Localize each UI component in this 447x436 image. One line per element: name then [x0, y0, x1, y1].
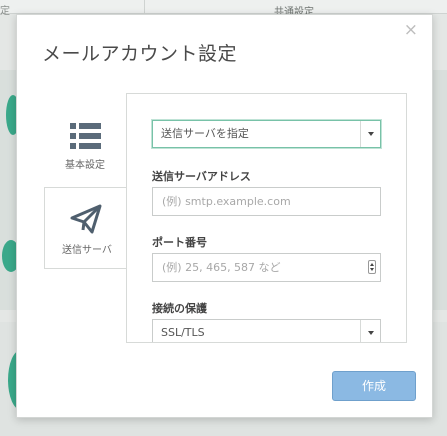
background-header: 定 共通設定 [0, 0, 447, 18]
paper-plane-icon [70, 204, 102, 234]
tab-basic-settings[interactable]: 基本設定 [44, 119, 126, 187]
port-label: ポート番号 [152, 236, 207, 249]
tab-outgoing-server-label: 送信サーバ [62, 245, 112, 256]
server-address-label: 送信サーバアドレス [152, 170, 251, 183]
server-address-input[interactable] [152, 187, 381, 216]
chevron-down-icon [360, 320, 380, 342]
server-mode-selected-value: 送信サーバを指定 [161, 127, 249, 140]
mail-account-settings-dialog: メールアカウント設定 × 基本設定 送信サーバ 送信サーバを指定 送信サーバアド… [16, 14, 433, 418]
tab-outgoing-server[interactable]: 送信サーバ [44, 187, 126, 269]
port-stepper[interactable] [368, 260, 376, 274]
connection-security-select[interactable]: SSL/TLS [152, 319, 381, 342]
connection-security-label: 接続の保護 [152, 302, 207, 315]
background-divider [144, 0, 145, 14]
connection-security-selected-value: SSL/TLS [161, 326, 205, 339]
list-icon [70, 123, 101, 149]
dialog-title: メールアカウント設定 [42, 43, 238, 65]
close-button[interactable]: × [404, 21, 418, 39]
chevron-down-icon [360, 121, 380, 147]
create-button[interactable]: 作成 [332, 371, 416, 401]
background-left-text: 定 [0, 6, 10, 17]
server-mode-select[interactable]: 送信サーバを指定 [152, 120, 381, 148]
port-input[interactable] [152, 253, 381, 282]
tab-basic-settings-label: 基本設定 [65, 160, 105, 171]
port-field [152, 253, 381, 282]
settings-panel: 送信サーバを指定 送信サーバアドレス ポート番号 接続の保護 SSL/TLS [126, 93, 407, 343]
